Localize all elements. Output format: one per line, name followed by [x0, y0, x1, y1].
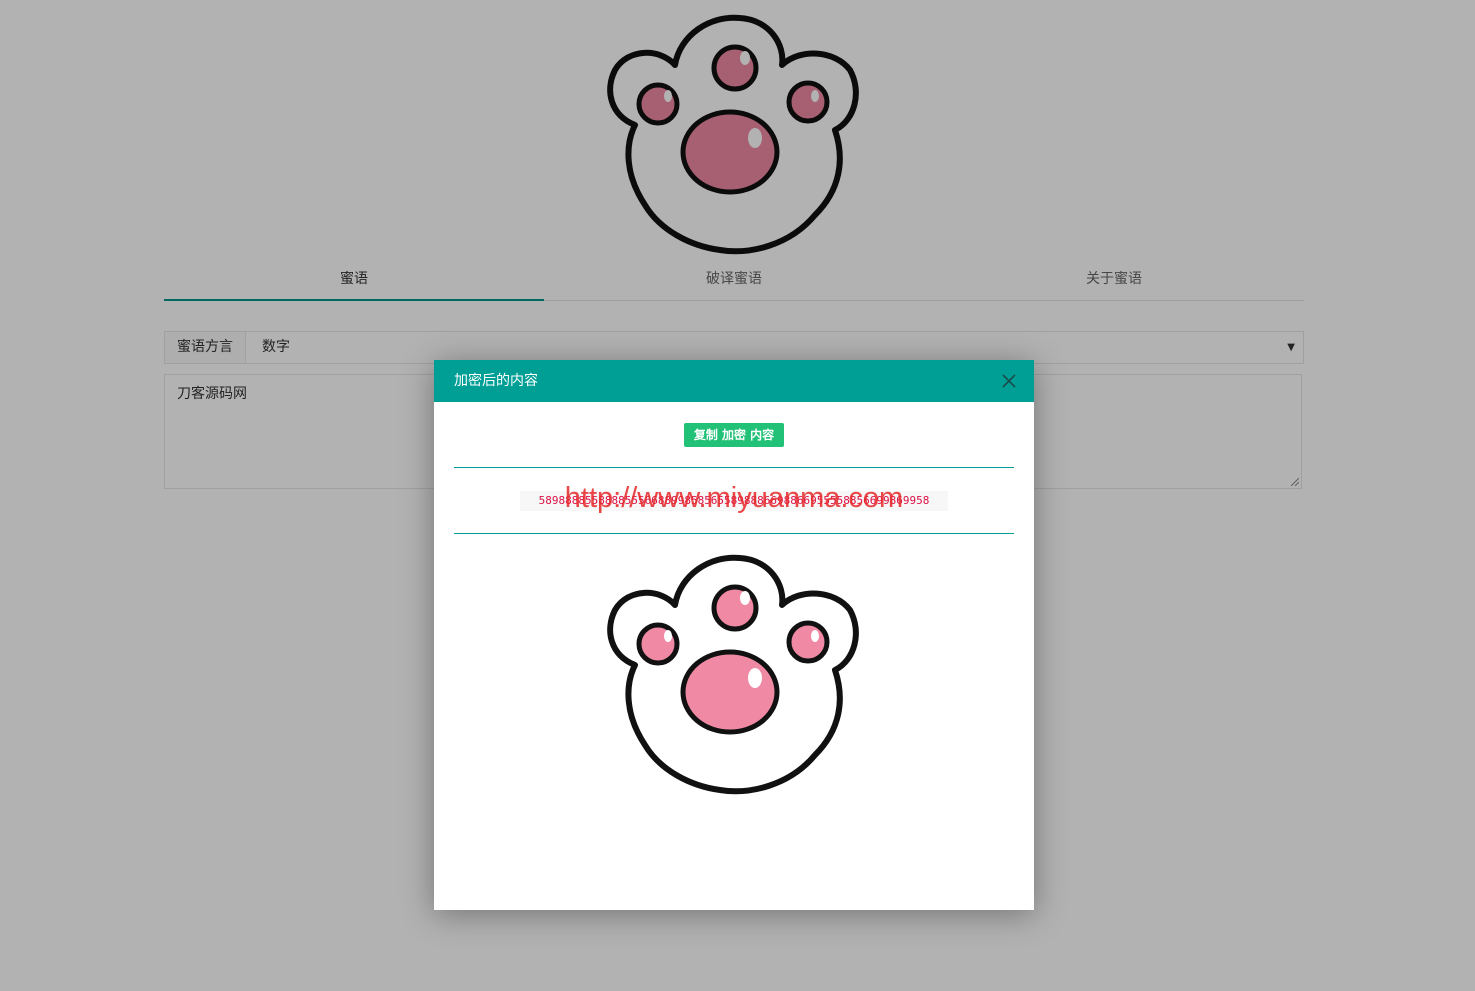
modal-title: 加密后的内容	[454, 373, 538, 389]
modal-header: 加密后的内容	[434, 360, 1034, 402]
cipher-text: 5898888558888555668899858565589888669886…	[520, 491, 948, 511]
divider-top	[454, 467, 1014, 468]
page: 蜜语 破译蜜语 关于蜜语 蜜语方言 数字 ▼ 刀客源码网 加密后的内容 复制 加…	[0, 0, 1475, 991]
copy-encrypted-button[interactable]: 复制 加密 内容	[684, 423, 784, 447]
cat-paw-icon	[607, 554, 859, 795]
divider-bottom	[454, 533, 1014, 534]
encrypted-result-modal: 加密后的内容 复制 加密 内容 589888855888855566889985…	[434, 360, 1034, 910]
close-icon[interactable]	[1000, 372, 1018, 390]
